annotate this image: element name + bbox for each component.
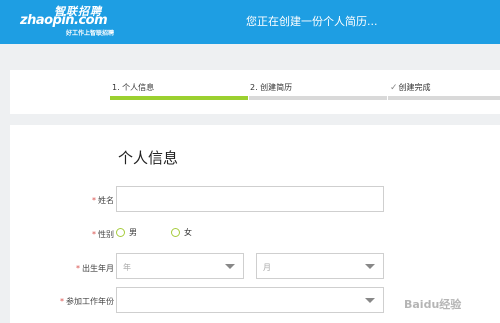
- baidu-watermark: Baidu经验: [404, 298, 462, 311]
- radio-circle[interactable]: [171, 228, 180, 237]
- step-bar-final: [388, 96, 500, 100]
- gender-female-label: 女: [184, 228, 192, 237]
- birth-month-placeholder: 月: [263, 263, 271, 272]
- top-header: 智联招聘 zhaopin.com 好工作上智联招聘 您正在创建一份个人简历...: [0, 0, 500, 44]
- header-message: 您正在创建一份个人简历...: [246, 15, 378, 28]
- required-mark: *: [60, 297, 64, 306]
- chevron-down-icon: [365, 298, 375, 303]
- check-icon: ✓: [390, 82, 398, 93]
- gender-male-radio[interactable]: 男: [116, 227, 137, 238]
- required-mark: *: [92, 196, 96, 205]
- logo-tagline: 好工作上智联招聘: [66, 30, 115, 37]
- gender-male-label: 男: [129, 228, 137, 237]
- zhaopin-logo[interactable]: 智联招聘 zhaopin.com 好工作上智联招聘: [14, 2, 134, 42]
- step-bar-pending: [249, 96, 387, 100]
- name-label: * 姓名: [92, 196, 114, 205]
- gender-female-radio[interactable]: 女: [171, 227, 192, 238]
- step-create-resume: 2. 创建简历: [250, 83, 293, 92]
- radio-circle[interactable]: [116, 228, 125, 237]
- required-mark: *: [76, 264, 80, 273]
- step-complete-label: 创建完成: [398, 83, 431, 92]
- birth-year-select[interactable]: 年: [116, 253, 244, 279]
- chevron-down-icon: [365, 264, 375, 269]
- work-start-label: * 参加工作年份: [60, 297, 114, 306]
- birth-label: * 出生年月: [76, 264, 114, 273]
- required-mark: *: [92, 230, 96, 239]
- chevron-down-icon: [225, 264, 235, 269]
- form-panel: 个人信息 * 姓名 * 性别 男 女 * 出生年月 年 月 * 参加工作年份: [10, 125, 500, 323]
- logo-en-text: zhaopin.com: [20, 13, 108, 28]
- work-start-select[interactable]: [116, 287, 384, 313]
- step-bar-active: [110, 96, 248, 100]
- section-title: 个人信息: [118, 149, 179, 167]
- birth-month-select[interactable]: 月: [256, 253, 384, 279]
- name-input[interactable]: [116, 186, 384, 212]
- birth-year-placeholder: 年: [123, 263, 131, 272]
- progress-steps: 1. 个人信息 2. 创建简历 ✓ 创建完成: [10, 70, 500, 114]
- step-personal-info: 1. 个人信息: [112, 83, 155, 92]
- gender-label: * 性别: [92, 230, 114, 239]
- step-complete: ✓ 创建完成: [390, 82, 431, 93]
